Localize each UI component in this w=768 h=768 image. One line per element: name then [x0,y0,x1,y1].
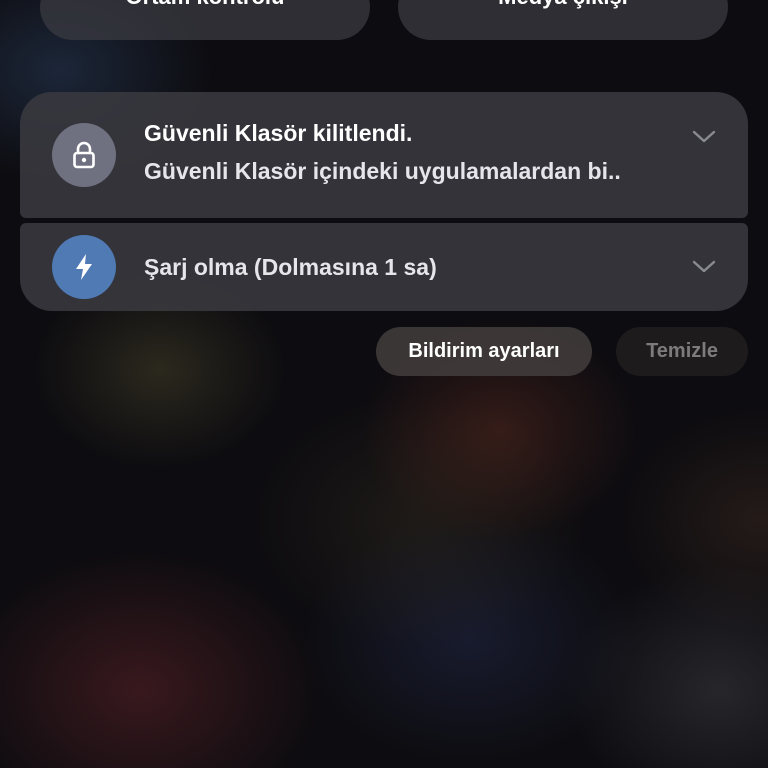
clear-all-label: Temizle [646,340,718,362]
secure-folder-notification[interactable]: Güvenli Klasör kilitlendi. Güvenli Klasö… [20,92,748,218]
notification-shade: Ortam kontrolü Medya çıkışı Güvenli Klas… [0,0,768,768]
lock-icon [73,141,95,169]
ambient-control-label: Ortam kontrolü [126,0,285,10]
media-output-button[interactable]: Medya çıkışı [398,0,728,40]
notification-title: Güvenli Klasör kilitlendi. [144,120,413,146]
notification-settings-label: Bildirim ayarları [408,340,560,362]
ambient-control-button[interactable]: Ortam kontrolü [40,0,370,40]
notification-body: Güvenli Klasör içindeki uygulamalardan b… [144,158,621,184]
chevron-down-icon[interactable] [692,130,716,144]
notification-settings-button[interactable]: Bildirim ayarları [376,327,592,376]
clear-all-button[interactable]: Temizle [616,327,748,376]
charging-app-icon [52,235,116,299]
secure-folder-app-icon [52,123,116,187]
bolt-icon [76,254,92,280]
media-output-label: Medya çıkışı [498,0,628,10]
charging-notification[interactable]: Şarj olma (Dolmasına 1 sa) [20,223,748,311]
chevron-down-icon[interactable] [692,260,716,274]
notification-title: Şarj olma (Dolmasına 1 sa) [144,254,437,280]
